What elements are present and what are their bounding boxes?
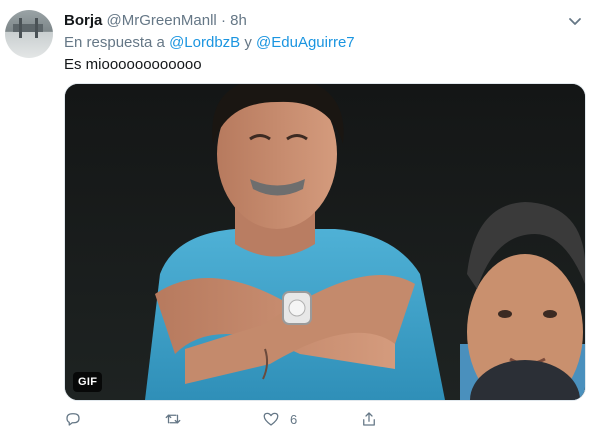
- reply-prefix: En respuesta a: [64, 34, 165, 51]
- display-name[interactable]: Borja: [64, 12, 102, 29]
- reply-context: En respuesta a @LordbzB y @EduAguirre7: [64, 33, 355, 53]
- avatar[interactable]: [5, 10, 53, 58]
- mention-link[interactable]: @EduAguirre7: [256, 34, 355, 51]
- user-handle[interactable]: @MrGreenManll: [107, 12, 217, 29]
- chevron-down-icon[interactable]: [566, 12, 584, 30]
- like-button[interactable]: 6: [262, 408, 297, 430]
- retweet-icon: [165, 414, 181, 424]
- reply-icon: [66, 413, 80, 426]
- share-button[interactable]: [360, 408, 378, 430]
- gif-media[interactable]: GIF: [64, 83, 586, 401]
- avatar-decor: [19, 18, 22, 38]
- share-icon: [363, 412, 375, 426]
- gif-badge: GIF: [73, 372, 103, 392]
- mention-link[interactable]: @LordbzB: [169, 34, 240, 51]
- reply-button[interactable]: [64, 408, 82, 430]
- like-count: 6: [290, 411, 298, 427]
- gif-frame: [65, 84, 585, 400]
- retweet-button[interactable]: [164, 408, 182, 430]
- separator-dot: ·: [220, 12, 226, 29]
- heart-icon: [263, 412, 279, 426]
- tweet-header: Borja @MrGreenManll · 8h: [64, 11, 584, 31]
- avatar-decor: [13, 24, 43, 32]
- tweet-text: Es mioooooooooooo: [64, 56, 202, 73]
- tweet-actions: 6: [64, 408, 484, 430]
- avatar-decor: [35, 18, 38, 38]
- timestamp[interactable]: 8h: [230, 12, 247, 29]
- reply-joiner: y: [244, 34, 252, 51]
